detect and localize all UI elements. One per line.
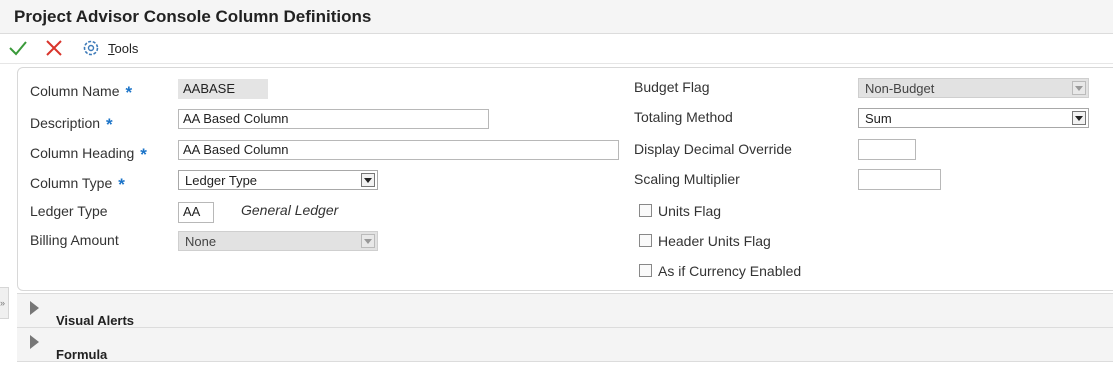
chevron-down-icon	[361, 234, 375, 248]
gear-icon	[83, 40, 99, 56]
check-icon	[9, 41, 27, 56]
chevron-down-icon[interactable]	[1072, 111, 1086, 125]
page-title: Project Advisor Console Column Definitio…	[14, 7, 372, 26]
tools-menu-label[interactable]: Tools	[108, 41, 138, 56]
sidebar-expand-handle[interactable]: »	[0, 287, 9, 319]
as-if-currency-enabled-label: As if Currency Enabled	[658, 263, 802, 279]
ok-button[interactable]	[8, 38, 28, 63]
tools-button[interactable]	[81, 38, 101, 63]
ledger-type-description: General Ledger	[241, 202, 339, 218]
ledger-type-field[interactable]: AA	[178, 202, 214, 223]
visual-alerts-section[interactable]: Visual Alerts	[17, 293, 1113, 328]
billing-amount-label: Billing Amount	[30, 232, 119, 248]
expand-triangle-icon[interactable]	[30, 301, 39, 315]
cancel-button[interactable]	[44, 38, 64, 63]
scaling-multiplier-field[interactable]	[858, 169, 941, 190]
column-name-label: Column Name *	[30, 83, 133, 102]
billing-amount-select: None	[178, 231, 378, 251]
formula-section[interactable]: Formula	[17, 327, 1113, 362]
totaling-method-select[interactable]: Sum	[858, 108, 1089, 128]
scaling-multiplier-label: Scaling Multiplier	[634, 171, 740, 187]
budget-flag-select: Non-Budget	[858, 78, 1089, 98]
display-decimal-override-field[interactable]	[858, 139, 916, 160]
required-indicator: *	[106, 115, 113, 134]
totaling-method-label: Totaling Method	[634, 109, 733, 125]
required-indicator: *	[140, 145, 147, 164]
column-type-select[interactable]: Ledger Type	[178, 170, 378, 190]
billing-amount-value: None	[185, 234, 217, 249]
expand-triangle-icon[interactable]	[30, 335, 39, 349]
column-type-value: Ledger Type	[185, 173, 258, 188]
toolbar: Tools	[0, 34, 1113, 64]
column-type-label: Column Type *	[30, 175, 125, 194]
column-heading-label: Column Heading *	[30, 145, 147, 164]
header-units-flag-label: Header Units Flag	[658, 233, 771, 249]
required-indicator: *	[118, 175, 125, 194]
units-flag-checkbox[interactable]	[639, 204, 652, 217]
column-name-field: AABASE	[178, 79, 268, 99]
ledger-type-label: Ledger Type	[30, 203, 108, 219]
description-field[interactable]: AA Based Column	[178, 109, 489, 129]
display-decimal-override-label: Display Decimal Override	[634, 141, 792, 157]
chevron-down-icon[interactable]	[361, 173, 375, 187]
chevron-down-icon	[1072, 81, 1086, 95]
budget-flag-value: Non-Budget	[865, 81, 935, 96]
totaling-method-value: Sum	[865, 111, 892, 126]
required-indicator: *	[125, 83, 133, 102]
column-definition-form: Column Name * AABASE Description * AA Base…	[17, 67, 1113, 291]
section-title: Visual Alerts	[56, 313, 135, 328]
close-icon	[46, 40, 62, 56]
as-if-currency-enabled-checkbox[interactable]	[639, 264, 652, 277]
header-units-flag-checkbox[interactable]	[639, 234, 652, 247]
column-heading-field[interactable]: AA Based Column	[178, 140, 619, 160]
description-label: Description *	[30, 115, 113, 134]
title-bar: Project Advisor Console Column Definitio…	[0, 0, 1113, 34]
section-title: Formula	[56, 347, 108, 362]
units-flag-label: Units Flag	[658, 203, 722, 219]
budget-flag-label: Budget Flag	[634, 79, 710, 95]
